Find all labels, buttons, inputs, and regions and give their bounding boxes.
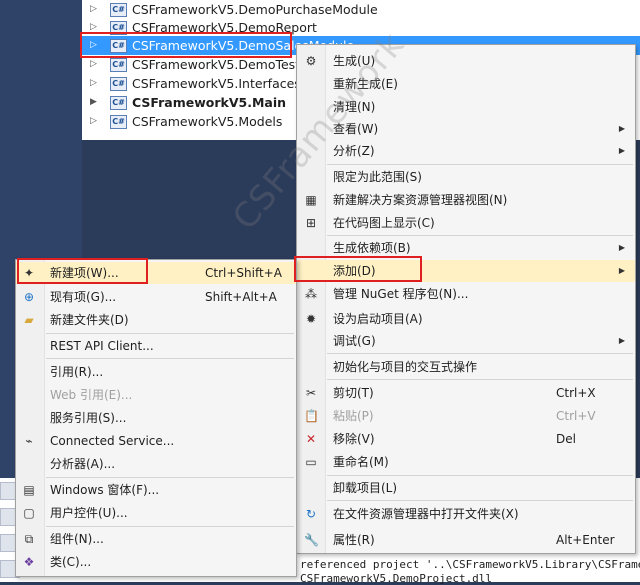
build-icon: ⚙ [305, 54, 317, 68]
menu-item-new-folder[interactable]: ▰ 新建文件夹(D) [16, 309, 296, 331]
menu-item-reference[interactable]: 引用(R)... [16, 361, 296, 383]
menu-item-service-reference[interactable]: 服务引用(S)... [16, 407, 296, 429]
wrench-icon: 🔧 [304, 533, 319, 547]
menu-item-cut[interactable]: ✂ 剪切(T) Ctrl+X [297, 382, 635, 404]
annotation-box-new-item [17, 258, 148, 284]
menu-separator [327, 500, 633, 501]
menu-item-connected-service[interactable]: ⌁ Connected Service... [16, 430, 296, 452]
refresh-arrow-icon: ↻ [305, 507, 317, 521]
expand-arrow-icon[interactable]: ▷ [90, 0, 97, 19]
menu-separator [327, 475, 633, 476]
tree-item-label: CSFrameworkV5.Main [132, 95, 287, 110]
menu-item-analyze[interactable]: 分析(Z) ▶ [297, 140, 635, 162]
menu-item-windows-form[interactable]: ▤ Windows 窗体(F)... [16, 479, 296, 501]
code-map-icon: ⊞ [305, 216, 317, 230]
menu-item-component[interactable]: ⧉ 组件(N)... [16, 528, 296, 550]
user-control-icon: ▢ [23, 506, 35, 520]
menu-item-remove[interactable]: ✕ 移除(V) Del [297, 428, 635, 450]
scissors-icon: ✂ [305, 386, 317, 400]
tree-item-label: CSFrameworkV5.Models [132, 114, 283, 129]
menu-separator [327, 353, 633, 354]
menu-item-manage-nuget[interactable]: ⁂ 管理 NuGet 程序包(N)... [297, 283, 635, 305]
csharp-project-icon: C# [110, 3, 127, 17]
csharp-project-icon: C# [110, 96, 127, 110]
expand-arrow-icon[interactable]: ▶ [90, 93, 97, 112]
add-submenu: ✦ 新建项(W)... Ctrl+Shift+A ⊕ 现有项(G)... Shi… [15, 259, 297, 577]
annotation-box-add [294, 256, 422, 282]
rename-icon: ▭ [305, 455, 317, 469]
menu-item-web-reference[interactable]: Web 引用(E)... [16, 384, 296, 406]
tree-item-label: CSFrameworkV5.Interfaces [132, 76, 301, 91]
menu-separator [46, 333, 294, 334]
form-icon: ▤ [23, 483, 35, 497]
annotation-box-project [80, 32, 292, 58]
submenu-arrow-icon: ▶ [618, 124, 625, 133]
menu-item-properties[interactable]: 🔧 属性(R) Alt+Enter [297, 529, 635, 551]
menu-item-rest-api-client[interactable]: REST API Client... [16, 335, 296, 357]
menu-item-show-on-code-map[interactable]: ⊞ 在代码图上显示(C) [297, 212, 635, 234]
expand-arrow-icon[interactable]: ▷ [90, 112, 97, 131]
menu-item-user-control[interactable]: ▢ 用户控件(U)... [16, 502, 296, 524]
menu-item-open-in-explorer[interactable]: ↻ 在文件资源管理器中打开文件夹(X) [297, 503, 635, 525]
menu-item-paste[interactable]: 📋 粘贴(P) Ctrl+V [297, 405, 635, 427]
class-icon: ❖ [23, 555, 35, 569]
menu-item-class[interactable]: ❖ 类(C)... [16, 551, 296, 573]
existing-item-icon: ⊕ [23, 290, 35, 304]
remove-x-icon: ✕ [305, 432, 317, 446]
menu-item-scope-to-this[interactable]: 限定为此范围(S) [297, 166, 635, 188]
tree-item-project[interactable]: ▷ C# CSFrameworkV5.DemoPurchaseModule [82, 0, 382, 19]
menu-item-existing-item[interactable]: ⊕ 现有项(G)... Shift+Alt+A [16, 286, 296, 308]
gear-icon: ✹ [305, 312, 317, 326]
expand-arrow-icon[interactable]: ▷ [90, 74, 97, 93]
menu-item-interactive-init[interactable]: 初始化与项目的交互式操作 [297, 356, 635, 378]
submenu-arrow-icon: ▶ [618, 336, 625, 345]
output-text-line: referenced project '..\CSFrameworkV5.Lib… [300, 558, 640, 571]
menu-separator [327, 164, 633, 165]
menu-item-rename[interactable]: ▭ 重命名(M) [297, 451, 635, 473]
nuget-icon: ⁂ [305, 287, 317, 301]
menu-separator [327, 235, 633, 236]
csharp-project-icon: C# [110, 77, 127, 91]
folder-icon: ▰ [24, 313, 34, 327]
paste-icon: 📋 [304, 409, 319, 423]
connected-service-icon: ⌁ [25, 434, 33, 448]
menu-separator [46, 358, 294, 359]
menu-separator [46, 477, 294, 478]
tree-item-label: CSFrameworkV5.DemoPurchaseModule [132, 2, 378, 17]
submenu-arrow-icon: ▶ [618, 146, 625, 155]
menu-item-unload-project[interactable]: 卸载项目(L) [297, 477, 635, 499]
menu-item-debug[interactable]: 调试(G) ▶ [297, 330, 635, 352]
submenu-arrow-icon: ▶ [618, 243, 625, 252]
submenu-arrow-icon: ▶ [618, 266, 625, 275]
menu-separator [46, 526, 294, 527]
menu-item-set-startup[interactable]: ✹ 设为启动项目(A) [297, 308, 635, 330]
csharp-project-icon: C# [110, 115, 127, 129]
component-icon: ⧉ [24, 532, 34, 546]
new-view-icon: ▦ [305, 193, 317, 207]
menu-item-new-explorer-view[interactable]: ▦ 新建解决方案资源管理器视图(N) [297, 189, 635, 211]
csharp-project-icon: C# [110, 58, 127, 72]
menu-item-analyzer[interactable]: 分析器(A)... [16, 453, 296, 475]
output-text-line: CSFrameworkV5.DemoProject.dll [300, 572, 493, 585]
menu-separator [327, 379, 633, 380]
